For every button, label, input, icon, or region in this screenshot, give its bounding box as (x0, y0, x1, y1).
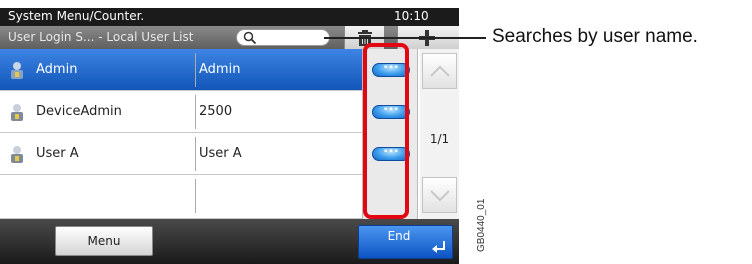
figure-id: GB0440_01 (476, 198, 487, 252)
column-divider (195, 95, 196, 129)
search-icon (243, 31, 257, 45)
login-name: Admin (36, 62, 78, 77)
clock: 10:10 (394, 9, 429, 23)
user-row-empty (0, 175, 362, 219)
end-label: End (387, 229, 411, 243)
user-name: User A (199, 146, 242, 161)
chevron-down-icon (430, 190, 450, 202)
column-divider (195, 137, 196, 171)
highlight-box (363, 43, 409, 219)
callout-line (324, 37, 486, 39)
login-name: DeviceAdmin (36, 104, 122, 119)
user-icon (11, 62, 23, 79)
user-row-admin[interactable]: Admin Admin (0, 49, 362, 91)
end-button[interactable]: End (358, 225, 453, 259)
screen-title: System Menu/Counter. (8, 9, 145, 23)
search-button[interactable] (236, 29, 330, 46)
callout-text: Searches by user name. (492, 26, 698, 47)
user-row-deviceadmin[interactable]: DeviceAdmin 2500 (0, 91, 362, 133)
column-divider (195, 179, 196, 213)
user-row-user-a[interactable]: User A User A (0, 133, 362, 175)
user-icon (11, 146, 23, 163)
menu-button[interactable]: Menu (55, 226, 153, 256)
login-name: User A (36, 146, 79, 161)
breadcrumb: User Login S... - Local User List (8, 30, 194, 44)
user-icon (11, 104, 23, 121)
scroll-column: 1/1 (420, 49, 459, 219)
scroll-down-button[interactable] (422, 177, 457, 213)
user-name: 2500 (199, 104, 233, 119)
bottom-bar: Menu End (0, 219, 459, 264)
status-bar: System Menu/Counter. 10:10 (0, 8, 459, 26)
enter-icon (432, 241, 445, 253)
column-divider (195, 53, 196, 87)
page-indicator: 1/1 (429, 132, 450, 146)
scroll-up-button[interactable] (422, 53, 457, 89)
chevron-up-icon (430, 65, 450, 77)
user-name: Admin (199, 62, 241, 77)
